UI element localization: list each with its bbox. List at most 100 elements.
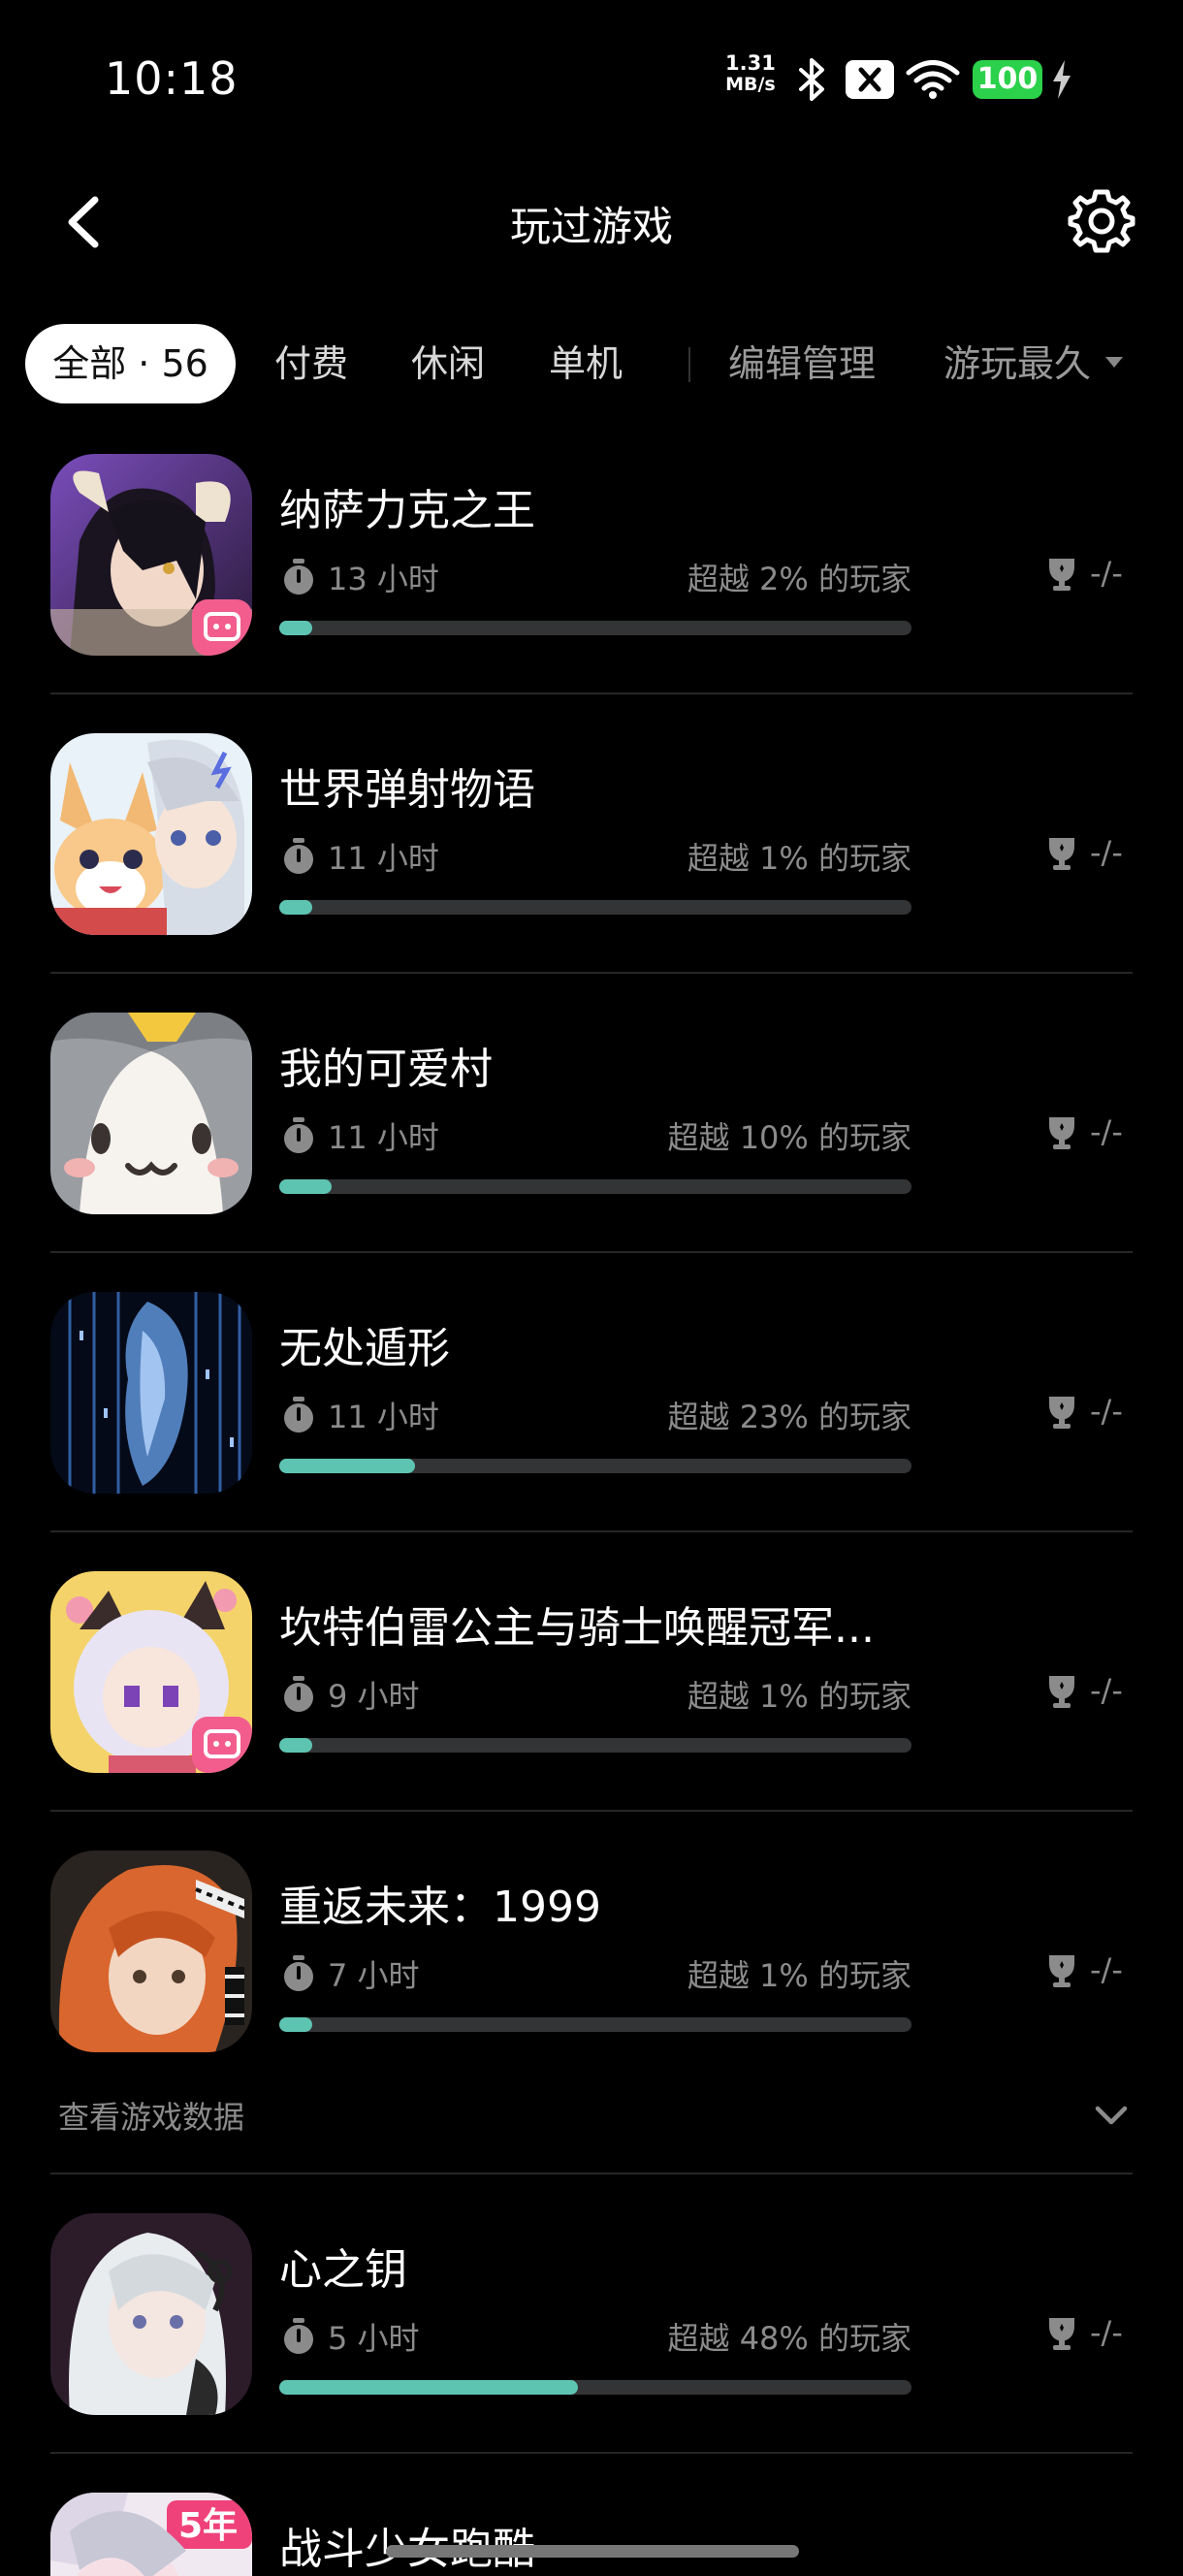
beat-percent: 超越 23% 的玩家 xyxy=(667,1399,911,1435)
wifi-icon xyxy=(906,60,960,99)
achievement-count: -/- xyxy=(1090,1393,1123,1430)
network-speed: 1.31 MB/s xyxy=(725,52,776,95)
divider xyxy=(50,972,1133,974)
progress-fill xyxy=(279,2380,578,2395)
divider xyxy=(50,2173,1133,2174)
trophy-icon xyxy=(1049,2318,1074,2350)
game-icon xyxy=(50,1292,252,1494)
beat-percent: 超越 10% 的玩家 xyxy=(667,1119,911,1156)
progress-track xyxy=(279,621,911,635)
game-row[interactable]: 世界弹射物语 11 小时 超越 1% 的玩家 -/- xyxy=(0,733,1183,1013)
divider xyxy=(50,1810,1133,1812)
game-icon: 5年 xyxy=(50,2493,252,2576)
divider xyxy=(50,2452,1133,2454)
stopwatch-icon xyxy=(284,2318,313,2354)
play-hours: 5 小时 xyxy=(328,2320,420,2357)
page-title: 玩过游戏 xyxy=(509,203,673,250)
progress-track xyxy=(279,2017,911,2032)
stopwatch-icon xyxy=(284,1955,313,1991)
stopwatch-icon xyxy=(284,559,313,595)
settings-button[interactable] xyxy=(1067,186,1136,256)
trophy-icon xyxy=(1049,1955,1074,1987)
game-row[interactable]: 纳萨力克之王 13 小时 超越 2% 的玩家 -/- xyxy=(0,454,1183,733)
beat-percent: 超越 1% 的玩家 xyxy=(687,1678,911,1715)
beat-percent: 超越 1% 的玩家 xyxy=(687,840,911,877)
trophy-icon xyxy=(1049,838,1074,870)
progress-track xyxy=(279,900,911,915)
progress-fill xyxy=(279,900,312,915)
game-row[interactable]: 重返未来：1999 7 小时 超越 1% 的玩家 -/- xyxy=(0,1851,1183,2130)
progress-fill xyxy=(279,621,312,635)
beat-percent: 超越 48% 的玩家 xyxy=(667,2320,911,2357)
filter-chip-paid[interactable]: 付费 xyxy=(274,324,348,403)
game-row[interactable]: 5年 战斗少女跑酷 xyxy=(0,2493,1183,2576)
game-name: 世界弹射物语 xyxy=(279,765,535,815)
filter-bar: 全部 · 56 付费 休闲 单机 编辑管理 游玩最久 xyxy=(0,320,1183,407)
play-hours: 11 小时 xyxy=(328,1119,439,1156)
stopwatch-icon xyxy=(284,1117,313,1153)
play-hours: 11 小时 xyxy=(328,1399,439,1435)
game-name: 心之钥 xyxy=(279,2245,407,2295)
charging-icon xyxy=(1053,60,1071,99)
progress-fill xyxy=(279,1179,332,1194)
game-icon xyxy=(50,454,252,656)
filter-divider xyxy=(688,347,690,382)
progress-track xyxy=(279,1179,911,1194)
trophy-icon xyxy=(1049,1397,1074,1429)
game-icon xyxy=(50,1013,252,1214)
progress-fill xyxy=(279,2017,312,2032)
game-icon xyxy=(50,1851,252,2052)
divider xyxy=(50,1251,1133,1253)
beat-percent: 超越 1% 的玩家 xyxy=(687,1957,911,1994)
edit-manage-button[interactable]: 编辑管理 xyxy=(728,324,876,403)
trophy-icon xyxy=(1049,1676,1074,1708)
game-name: 无处遁形 xyxy=(279,1324,450,1373)
beat-percent: 超越 2% 的玩家 xyxy=(687,561,911,597)
game-name: 重返未来：1999 xyxy=(279,1883,601,1932)
divider xyxy=(50,1530,1133,1532)
mute-icon xyxy=(846,60,894,99)
play-hours: 11 小时 xyxy=(328,840,439,877)
game-row[interactable]: 坎特伯雷公主与骑士唤醒冠军... 9 小时 超越 1% 的玩家 -/- xyxy=(0,1571,1183,1851)
achievement-count: -/- xyxy=(1090,555,1123,592)
game-badge-text: 5年 xyxy=(178,2506,238,2546)
network-speed-unit: MB/s xyxy=(725,74,776,95)
chevron-down-icon[interactable] xyxy=(1092,2101,1131,2128)
sort-dropdown[interactable]: 游玩最久 xyxy=(943,324,1091,403)
game-icon xyxy=(50,2213,252,2415)
filter-chip-single-player[interactable]: 单机 xyxy=(549,324,623,403)
filter-chip-all[interactable]: 全部 · 56 xyxy=(25,324,236,403)
trophy-icon xyxy=(1049,559,1074,591)
stopwatch-icon xyxy=(284,1397,313,1433)
divider xyxy=(50,692,1133,694)
network-speed-value: 1.31 xyxy=(725,51,776,75)
gear-icon xyxy=(1068,189,1135,253)
stopwatch-icon xyxy=(284,1676,313,1712)
game-icon xyxy=(50,733,252,935)
achievement-count: -/- xyxy=(1090,1951,1123,1988)
bluetooth-icon xyxy=(799,58,824,101)
trophy-icon xyxy=(1049,1117,1074,1149)
progress-track xyxy=(279,1738,911,1753)
filter-chip-casual[interactable]: 休闲 xyxy=(411,324,485,403)
game-name: 我的可爱村 xyxy=(279,1045,493,1094)
battery-indicator: 100 xyxy=(973,60,1042,99)
achievement-count: -/- xyxy=(1090,834,1123,871)
game-row[interactable]: 心之钥 5 小时 超越 48% 的玩家 -/- xyxy=(0,2213,1183,2493)
status-time: 10:18 xyxy=(105,52,239,105)
status-bar: 10:18 1.31 MB/s 100 xyxy=(0,0,1183,155)
progress-fill xyxy=(279,1738,312,1753)
view-game-data-link[interactable]: 查看游戏数据 xyxy=(58,2093,244,2138)
play-hours: 9 小时 xyxy=(328,1678,420,1715)
stopwatch-icon xyxy=(284,838,313,874)
game-row[interactable]: 无处遁形 11 小时 超越 23% 的玩家 -/- xyxy=(0,1292,1183,1571)
achievement-count: -/- xyxy=(1090,2314,1123,2351)
game-name: 纳萨力克之王 xyxy=(279,486,535,535)
home-indicator[interactable] xyxy=(386,2545,799,2558)
game-icon xyxy=(50,1571,252,1773)
game-name: 坎特伯雷公主与骑士唤醒冠军... xyxy=(279,1603,875,1653)
caret-down-icon xyxy=(1105,357,1123,368)
achievement-count: -/- xyxy=(1090,1113,1123,1150)
play-hours: 7 小时 xyxy=(328,1957,420,1994)
game-row[interactable]: 我的可爱村 11 小时 超越 10% 的玩家 -/- xyxy=(0,1013,1183,1292)
